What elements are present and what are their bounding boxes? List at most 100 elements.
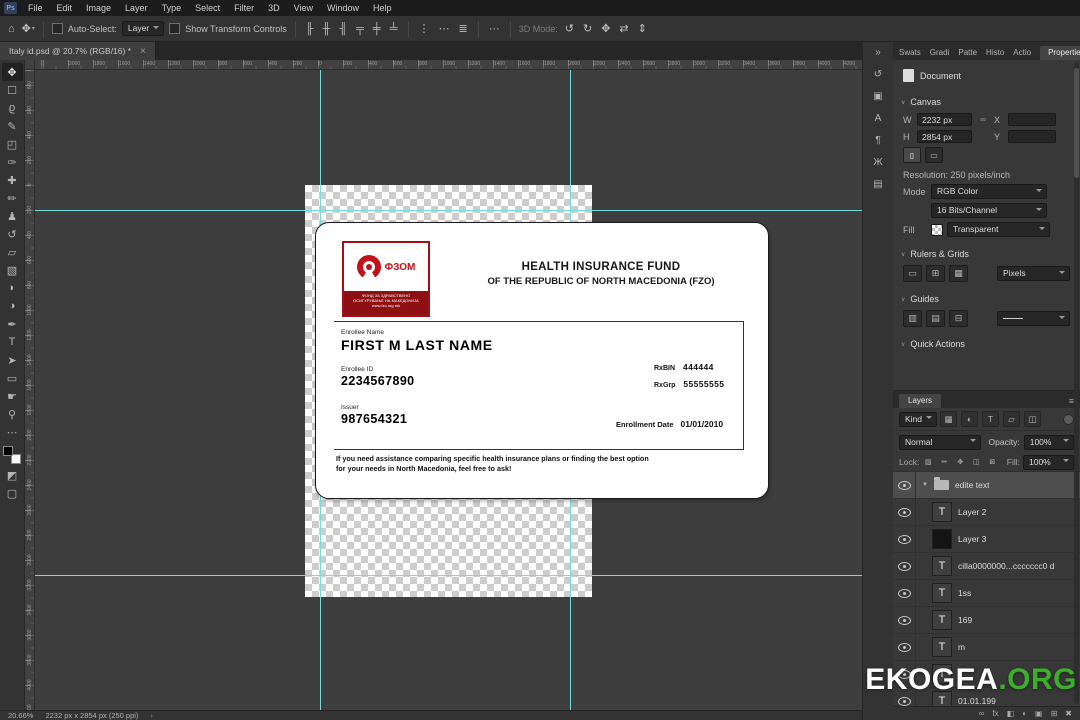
adjustment-layer-icon[interactable]: ◐ [1022, 709, 1027, 718]
align-top-icon[interactable]: ╤ [354, 23, 366, 35]
zoom-level[interactable]: 20.66% [8, 711, 33, 720]
clone-stamp-tool[interactable]: ♟ [2, 207, 23, 225]
align-middle-icon[interactable]: ╪ [371, 23, 383, 35]
layer-row-2[interactable]: Layer 3 [893, 526, 1080, 553]
visibility-toggle[interactable] [893, 634, 916, 660]
blend-mode-dropdown[interactable]: Normal [899, 434, 981, 450]
visibility-toggle[interactable] [893, 553, 916, 579]
bit-depth-dropdown[interactable]: 16 Bits/Channel [931, 203, 1047, 218]
3d-rotate-icon[interactable]: ↺ [563, 22, 576, 35]
marquee-tool[interactable]: ☐ [2, 81, 23, 99]
pen-tool[interactable]: ✒ [2, 315, 23, 333]
horizontal-ruler[interactable]: 2000 1800 1600 1400 1200 1000 800 600 400 200 0 200… [35, 60, 862, 70]
screen-mode-icon[interactable]: ▢ [2, 484, 23, 502]
quick-actions-section-header[interactable]: ∨ Quick Actions [893, 335, 1080, 353]
chevron-expanded-icon[interactable]: ▼ [922, 482, 928, 488]
3d-slide-icon[interactable]: ⇄ [617, 22, 630, 35]
visibility-toggle[interactable] [893, 580, 916, 606]
tab-swats[interactable]: Swats [895, 46, 925, 60]
lock-artboard-icon[interactable]: ◫ [970, 456, 982, 468]
close-icon[interactable]: × [140, 46, 146, 57]
tab-actio[interactable]: Actio [1009, 46, 1035, 60]
lasso-tool[interactable]: ϱ [2, 99, 23, 117]
quick-selection-tool[interactable]: ✎ [2, 117, 23, 135]
canvas-height-field[interactable] [917, 130, 972, 143]
canvas-y-field[interactable] [1008, 130, 1056, 143]
align-bottom-icon[interactable]: ╧ [388, 23, 400, 35]
tab-layers[interactable]: Layers [899, 394, 942, 408]
menu-help[interactable]: Help [366, 0, 399, 16]
layer-row-3[interactable]: Tcilla0000000...ccccccc0 d [893, 553, 1080, 580]
gradient-tool[interactable]: ▧ [2, 261, 23, 279]
filter-type-layers-icon[interactable]: T [982, 411, 1000, 427]
auto-select-dropdown[interactable]: Layer [121, 21, 165, 36]
guide-layout-icon[interactable]: ▤ [926, 310, 945, 327]
link-layers-icon[interactable]: ∞ [979, 709, 985, 718]
guide-horizontal-top[interactable] [35, 210, 862, 211]
paragraph-panel-icon[interactable]: ¶ [875, 135, 880, 146]
guide-style-dropdown[interactable] [997, 311, 1070, 326]
layer-mask-icon[interactable]: ◧ [1007, 709, 1015, 718]
history-brush-tool[interactable]: ↺ [2, 225, 23, 243]
menu-type[interactable]: Type [155, 0, 189, 16]
move-tool[interactable]: ✥ [1, 63, 23, 81]
vertical-ruler[interactable]: 800 600 400 200 0 200 400 600 800 1000 1200 1400 160… [25, 70, 35, 710]
distribute-spacing-icon[interactable]: ≣ [457, 22, 470, 35]
color-swatches[interactable] [3, 446, 21, 464]
shape-tool[interactable]: ▭ [2, 369, 23, 387]
collapse-panels-icon[interactable]: » [875, 47, 881, 58]
document-tab[interactable]: Italy id.psd @ 20.7% (RGB/16) * × [0, 42, 156, 60]
align-left-icon[interactable]: ╟ [304, 23, 316, 35]
clear-guides-icon[interactable]: ⊟ [949, 310, 968, 327]
crop-tool[interactable]: ◰ [2, 135, 23, 153]
show-transform-checkbox[interactable] [169, 23, 181, 34]
new-layer-icon[interactable]: ⊞ [1051, 709, 1058, 718]
menu-3d[interactable]: 3D [261, 0, 287, 16]
lock-position-icon[interactable]: ✥ [954, 456, 966, 468]
canvas-viewport[interactable]: ФЗОМ ФОНД ЗА ЗДРАВСТВЕНО ОСИГУРУВАЊЕ НА … [35, 70, 862, 710]
color-mode-dropdown[interactable]: RGB Color [931, 184, 1047, 199]
dodge-tool[interactable]: ◑ [2, 297, 23, 315]
libraries-panel-icon[interactable]: ▤ [873, 179, 882, 190]
layer-row-0[interactable]: ▼ edite text [893, 472, 1080, 499]
layer-row-4[interactable]: T 1ss [893, 580, 1080, 607]
ruler-toggle-icon[interactable]: ▭ [903, 265, 922, 282]
path-selection-tool[interactable]: ➤ [2, 351, 23, 369]
menu-select[interactable]: Select [188, 0, 227, 16]
link-dimensions-icon[interactable]: ∞ [976, 115, 990, 124]
eraser-tool[interactable]: ▱ [2, 243, 23, 261]
filter-smart-objects-icon[interactable]: ◫ [1024, 411, 1042, 427]
grid-settings-icon[interactable]: ▦ [949, 265, 968, 282]
insurance-card[interactable]: ФЗОМ ФОНД ЗА ЗДРАВСТВЕНО ОСИГУРУВАЊЕ НА … [315, 222, 769, 499]
menu-image[interactable]: Image [79, 0, 118, 16]
filter-pixel-layers-icon[interactable]: ▦ [940, 411, 958, 427]
toolbar-more-icon[interactable]: ⋯ [2, 423, 23, 441]
filter-shape-layers-icon[interactable]: ▱ [1003, 411, 1021, 427]
visibility-toggle[interactable] [893, 499, 916, 525]
guides-section-header[interactable]: ∨ Guides [893, 290, 1080, 308]
history-panel-icon[interactable]: ↺ [874, 69, 882, 80]
3d-roll-icon[interactable]: ↻ [581, 22, 594, 35]
layer-row-1[interactable]: T Layer 2 [893, 499, 1080, 526]
status-chevron-icon[interactable]: › [150, 711, 153, 720]
auto-select-checkbox[interactable] [51, 23, 63, 34]
panel-scrollbar[interactable] [1074, 62, 1079, 704]
3d-drag-icon[interactable]: ✥ [599, 22, 612, 35]
layer-filter-kind-dropdown[interactable]: Kind [899, 411, 938, 427]
home-icon[interactable]: ⌂ [6, 23, 17, 35]
canvas-x-field[interactable] [1008, 113, 1056, 126]
units-dropdown[interactable]: Pixels [997, 266, 1070, 281]
rulers-grids-section-header[interactable]: ∨ Rulers & Grids [893, 245, 1080, 263]
quick-mask-icon[interactable]: ◩ [2, 466, 23, 484]
canvas-section-header[interactable]: ∨ Canvas [893, 93, 1080, 111]
glyphs-panel-icon[interactable]: Ж [873, 157, 882, 168]
character-panel-icon[interactable]: A [875, 113, 882, 124]
tab-histo[interactable]: Histo [982, 46, 1008, 60]
layer-effects-icon[interactable]: fx [992, 709, 998, 718]
visibility-toggle[interactable] [893, 607, 916, 633]
scrollbar-thumb[interactable] [1074, 68, 1079, 178]
tab-gradi[interactable]: Gradi [926, 46, 954, 60]
hand-tool[interactable]: ☛ [2, 387, 23, 405]
distribute-horizontal-icon[interactable]: ⋯ [437, 22, 452, 35]
lock-transparency-icon[interactable]: ▨ [922, 456, 934, 468]
